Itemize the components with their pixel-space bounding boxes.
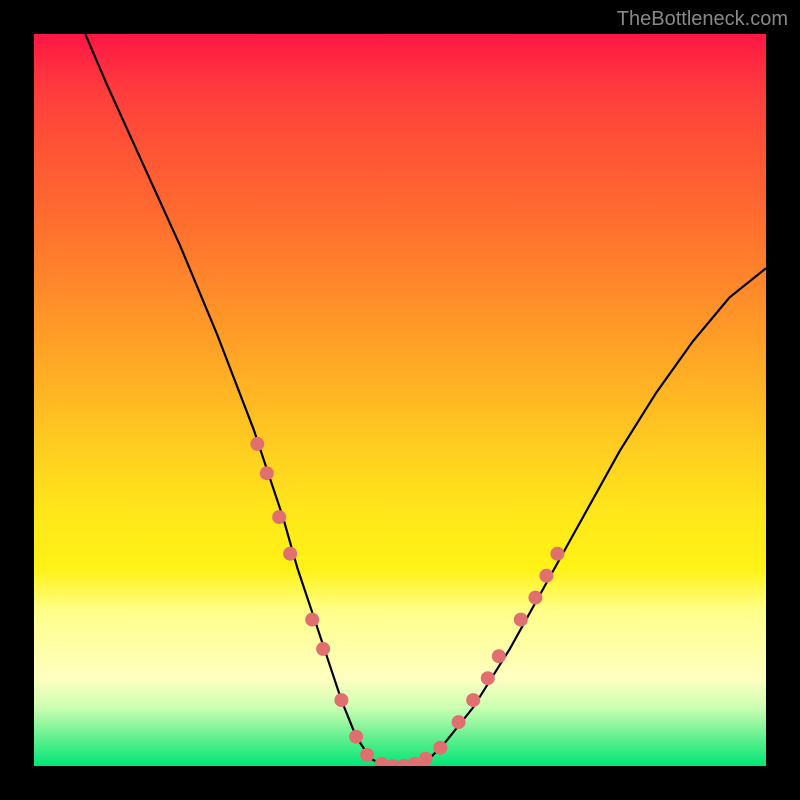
- data-point: [550, 547, 564, 561]
- data-point: [492, 649, 506, 663]
- plot-area: [34, 34, 766, 766]
- chart-container: TheBottleneck.com: [0, 0, 800, 800]
- data-point: [528, 591, 542, 605]
- data-point: [305, 613, 319, 627]
- data-point: [375, 757, 389, 766]
- data-point: [481, 671, 495, 685]
- data-point: [452, 715, 466, 729]
- data-point: [386, 759, 400, 766]
- data-point: [408, 757, 422, 766]
- data-point: [250, 437, 264, 451]
- curve-path: [85, 34, 766, 766]
- data-point: [260, 466, 274, 480]
- points-group: [250, 437, 564, 766]
- data-point: [539, 569, 553, 583]
- watermark-text: TheBottleneck.com: [617, 8, 788, 31]
- data-point: [272, 510, 286, 524]
- data-point: [283, 547, 297, 561]
- data-point: [349, 730, 363, 744]
- data-point: [360, 748, 374, 762]
- data-point: [433, 741, 447, 755]
- data-point: [514, 613, 528, 627]
- data-point: [316, 642, 330, 656]
- curve-svg: [34, 34, 766, 766]
- data-point: [419, 752, 433, 766]
- data-point: [334, 693, 348, 707]
- data-point: [397, 759, 411, 766]
- data-point: [466, 693, 480, 707]
